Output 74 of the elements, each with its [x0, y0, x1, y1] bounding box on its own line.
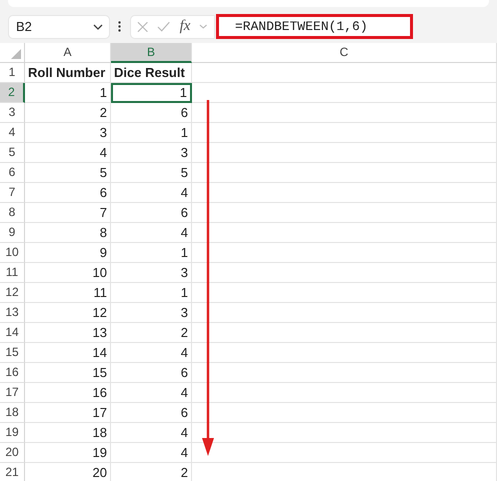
table-cell: 18	[25, 423, 111, 443]
table-cell: 17	[25, 403, 111, 423]
row-header[interactable]: 19	[0, 423, 25, 443]
table-cell: 6	[111, 363, 192, 383]
row-header[interactable]: 6	[0, 163, 25, 183]
row-header[interactable]: 5	[0, 143, 25, 163]
row-header[interactable]: 12	[0, 283, 25, 303]
name-box[interactable]: B2	[8, 14, 110, 38]
table-cell: 4	[25, 143, 111, 163]
table-cell: 4	[111, 443, 192, 463]
table-cell: 13	[25, 323, 111, 343]
row-header[interactable]: 17	[0, 383, 25, 403]
check-icon[interactable]	[157, 21, 171, 32]
table-cell: 1	[111, 243, 192, 263]
table-cell: 7	[25, 203, 111, 223]
row-header[interactable]: 7	[0, 183, 25, 203]
table-cell: 4	[111, 223, 192, 243]
table-cell: 2	[111, 463, 192, 481]
row-header[interactable]: 2	[0, 83, 25, 103]
table-cell: 3	[111, 263, 192, 283]
table-cell: 1	[111, 283, 192, 303]
column-header[interactable]: B	[111, 43, 192, 63]
row-header[interactable]: 15	[0, 343, 25, 363]
table-cell: 11	[25, 283, 111, 303]
row-header[interactable]: 18	[0, 403, 25, 423]
table-cell: 14	[25, 343, 111, 363]
row-header[interactable]: 4	[0, 123, 25, 143]
column-header[interactable]: A	[25, 43, 111, 63]
cancel-icon[interactable]	[137, 20, 148, 32]
column-header[interactable]: C	[192, 43, 497, 63]
table-cell: 16	[25, 383, 111, 403]
row-header[interactable]: 3	[0, 103, 25, 123]
table-cell: 3	[25, 123, 111, 143]
table-cell: 4	[111, 423, 192, 443]
table-cell: 6	[111, 103, 192, 123]
row-header[interactable]: 11	[0, 263, 25, 283]
table-cell: 15	[25, 363, 111, 383]
table-cell: 1	[111, 123, 192, 143]
table-cell: 8	[25, 223, 111, 243]
row-header[interactable]: 13	[0, 303, 25, 323]
row-header[interactable]: 20	[0, 443, 25, 463]
table-cell: 1	[25, 83, 111, 103]
table-cell: 19	[25, 443, 111, 463]
row-header[interactable]: 16	[0, 363, 25, 383]
more-icon[interactable]	[118, 21, 121, 32]
select-all-icon[interactable]	[11, 49, 21, 59]
table-cell: 12	[25, 303, 111, 323]
chevron-icon	[199, 24, 208, 29]
table-cell: 2	[111, 323, 192, 343]
table-cell: 4	[111, 343, 192, 363]
table-cell: 20	[25, 463, 111, 481]
table-cell: 5	[111, 163, 192, 183]
formula-field[interactable]: =RANDBETWEEN(1,6)	[216, 14, 413, 39]
table-cell: 9	[25, 243, 111, 263]
row-header[interactable]: 8	[0, 203, 25, 223]
table-cell: 3	[111, 143, 192, 163]
row-header[interactable]: 14	[0, 323, 25, 343]
table-cell: 6	[111, 403, 192, 423]
table-cell: 6	[25, 183, 111, 203]
table-cell: 6	[111, 203, 192, 223]
insert-function-button[interactable]: fx	[180, 18, 190, 35]
row-header[interactable]: 9	[0, 223, 25, 243]
table-cell: 5	[25, 163, 111, 183]
table-cell: 1	[111, 83, 192, 103]
table-cell: 4	[111, 183, 192, 203]
row-header[interactable]: 1	[0, 63, 25, 83]
table-cell: 3	[111, 303, 192, 323]
table-cell: 10	[25, 263, 111, 283]
row-header[interactable]: 10	[0, 243, 25, 263]
table-cell: 4	[111, 383, 192, 403]
table-cell: Dice Result	[111, 63, 192, 83]
chevron-icon	[93, 24, 103, 30]
table-cell: Roll Number	[25, 63, 111, 83]
table-cell: 2	[25, 103, 111, 123]
